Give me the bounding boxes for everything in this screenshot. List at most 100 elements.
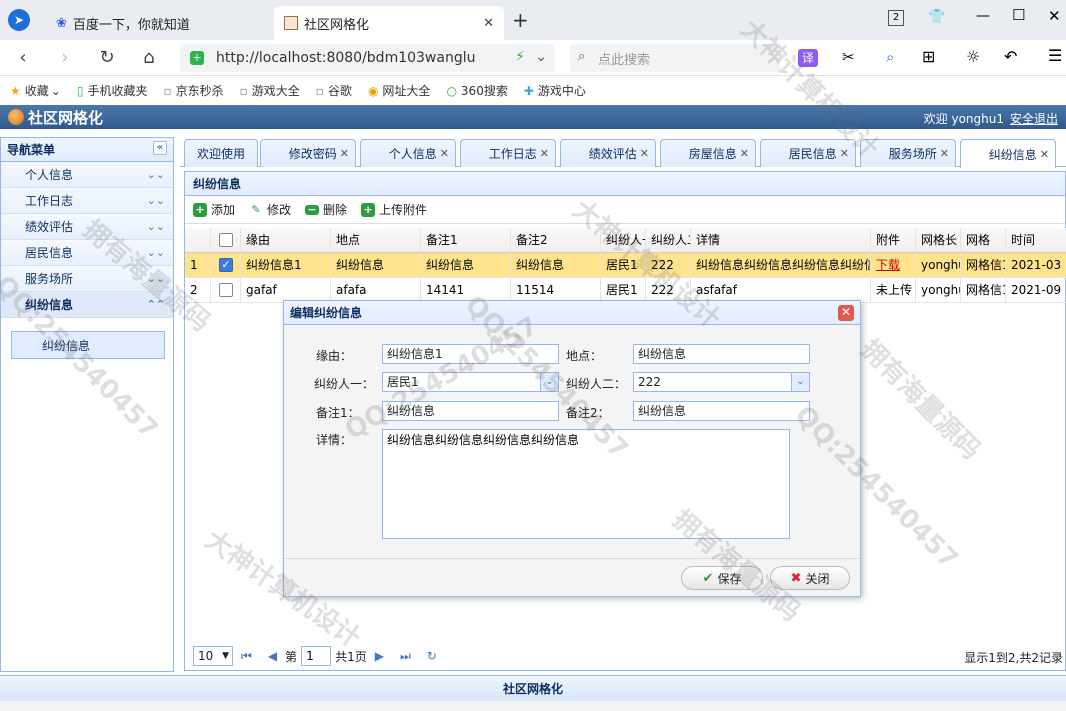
tab-residents[interactable]: 居民信息 ✕ xyxy=(760,139,856,167)
edit-button[interactable]: ✎ 修改 xyxy=(249,201,291,218)
note2-field[interactable]: 纠纷信息 xyxy=(633,401,810,421)
close-icon[interactable]: ✕ xyxy=(540,147,549,160)
bookmark-games[interactable]: ▫ 游戏大全 xyxy=(240,82,300,99)
back-icon[interactable]: ‹ xyxy=(12,48,34,70)
close-icon[interactable]: ✕ xyxy=(440,147,449,160)
page-size-select[interactable]: 10 ▼ xyxy=(193,646,233,666)
sidebar-item-residents[interactable]: 居民信息 ⌄⌄ xyxy=(1,240,173,266)
undo-icon[interactable]: ↶ xyxy=(1004,47,1017,66)
sun-icon[interactable]: ☼ xyxy=(966,47,980,66)
bookmark-mobile[interactable]: ▯ 手机收藏夹 xyxy=(77,82,148,99)
save-button[interactable]: ✔ 保存 xyxy=(681,566,763,590)
row-checkbox[interactable] xyxy=(219,282,233,297)
scissors-icon[interactable]: ✂ xyxy=(842,48,855,66)
column-header[interactable]: 备注2 xyxy=(511,228,601,253)
sidebar-item-venues[interactable]: 服务场所 ⌄⌄ xyxy=(1,266,173,292)
close-window-button[interactable]: ✕ xyxy=(1048,7,1061,25)
next-page-icon[interactable]: ▶ xyxy=(375,649,384,663)
close-icon[interactable]: ✕ xyxy=(740,147,749,160)
home-icon[interactable]: ⌂ xyxy=(138,48,160,70)
tab-welcome[interactable]: 欢迎使用 xyxy=(184,139,258,167)
sidebar-item-personal[interactable]: 个人信息 ⌄⌄ xyxy=(1,162,173,188)
refresh-icon[interactable]: ↻ xyxy=(427,649,437,663)
bookmark-sites[interactable]: ◉ 网址大全 xyxy=(368,82,431,99)
tab-password[interactable]: 修改密码 ✕ xyxy=(260,139,356,167)
cancel-button[interactable]: ✖ 关闭 xyxy=(770,566,850,590)
browser-tab-app[interactable]: 社区网格化 ✕ xyxy=(274,6,504,40)
column-header[interactable]: 备注1 xyxy=(421,228,511,253)
upload-button[interactable]: + 上传附件 xyxy=(361,201,427,218)
maximize-button[interactable]: ☐ xyxy=(1012,6,1025,24)
tab-personal[interactable]: 个人信息 ✕ xyxy=(360,139,456,167)
reason-field[interactable]: 纠纷信息1 xyxy=(382,344,559,364)
note1-field[interactable]: 纠纷信息 xyxy=(382,401,559,421)
lightning-icon[interactable]: ⚡ xyxy=(515,49,525,65)
shirt-icon[interactable]: 👕 xyxy=(928,9,945,25)
row-checkbox-cell[interactable]: ✓ xyxy=(211,253,241,278)
column-header[interactable]: 缘由 xyxy=(241,228,331,253)
bookmark-jd[interactable]: ▫ 京东秒杀 xyxy=(163,82,223,99)
column-header[interactable]: 网格长 xyxy=(916,228,961,253)
column-header[interactable]: 时间 xyxy=(1006,228,1066,253)
column-header[interactable]: 附件 xyxy=(871,228,916,253)
sidebar-item-disputes[interactable]: 纠纷信息 ⌃⌃ xyxy=(1,292,173,318)
column-header[interactable]: 纠纷人一 xyxy=(601,228,646,253)
close-icon[interactable]: ✕ xyxy=(840,147,849,160)
sidebar-item-worklog[interactable]: 工作日志 ⌄⌄ xyxy=(1,188,173,214)
close-icon[interactable]: ✕ xyxy=(340,147,349,160)
logout-link[interactable]: 安全退出 xyxy=(1010,112,1058,126)
party2-combobox[interactable]: 222 ⌄ xyxy=(633,372,810,392)
column-header[interactable]: 纠纷人二 xyxy=(646,228,691,253)
tab-housing[interactable]: 房屋信息 ✕ xyxy=(660,139,756,167)
minimize-button[interactable]: — xyxy=(976,8,990,24)
sidebar-item-performance[interactable]: 绩效评估 ⌄⌄ xyxy=(1,214,173,240)
tab-venues[interactable]: 服务场所 ✕ xyxy=(860,139,956,167)
close-icon[interactable]: ✕ xyxy=(838,305,854,321)
place-field[interactable]: 纠纷信息 xyxy=(633,344,810,364)
browser-menu-icon[interactable]: ➤ xyxy=(8,9,30,31)
detail-textarea[interactable]: 纠纷信息纠纷信息纠纷信息纠纷信息 xyxy=(382,429,790,539)
table-row[interactable]: 1 ✓ 纠纷信息1 纠纷信息 纠纷信息 纠纷信息 居民1 222 纠纷信息纠纷信… xyxy=(185,253,1066,278)
close-tab-icon[interactable]: ✕ xyxy=(483,16,494,31)
chevron-down-icon[interactable]: ⌄ xyxy=(535,49,547,65)
forward-icon[interactable]: › xyxy=(54,48,76,70)
reload-icon[interactable]: ↻ xyxy=(96,48,118,70)
menu-icon[interactable]: ☰ xyxy=(1048,46,1062,65)
magnifier-icon[interactable]: ⌕ xyxy=(886,48,894,66)
row-checkbox-cell[interactable] xyxy=(211,278,241,303)
collapse-icon[interactable]: « xyxy=(153,141,167,155)
delete-button[interactable]: − 删除 xyxy=(305,201,347,218)
tab-performance[interactable]: 绩效评估 ✕ xyxy=(560,139,656,167)
translate-button[interactable]: 译 xyxy=(798,49,818,67)
chevron-down-icon[interactable]: ⌄ xyxy=(791,373,809,391)
header-checkbox[interactable] xyxy=(211,228,241,253)
column-header[interactable]: 地点 xyxy=(331,228,421,253)
bookmark-360[interactable]: ○ 360搜索 xyxy=(446,82,507,99)
bookmark-favorites[interactable]: ★ 收藏 ⌄ xyxy=(10,82,61,99)
party1-combobox[interactable]: 居民1 ⌄ xyxy=(382,372,559,392)
tab-worklog[interactable]: 工作日志 ✕ xyxy=(460,139,556,167)
close-icon[interactable]: ✕ xyxy=(940,147,949,160)
first-page-icon[interactable]: ⏮ xyxy=(241,649,252,664)
url-field[interactable]: + http://localhost:8080/bdm103wanglu ⚡ ⌄ xyxy=(180,44,555,72)
chevron-down-icon[interactable]: ⌄ xyxy=(540,373,558,391)
close-icon[interactable]: ✕ xyxy=(640,147,649,160)
column-header[interactable]: 详情 xyxy=(691,228,871,253)
browser-tab-baidu[interactable]: ❀ 百度一下，你就知道 xyxy=(46,6,271,40)
new-tab-button[interactable]: + xyxy=(512,8,529,32)
select-all-checkbox[interactable] xyxy=(219,232,233,247)
tab-count-badge[interactable]: 2 xyxy=(888,10,904,26)
sidebar-subitem-disputes[interactable]: 纠纷信息 xyxy=(11,331,165,359)
last-page-icon[interactable]: ⏭ xyxy=(400,649,411,664)
add-button[interactable]: + 添加 xyxy=(193,201,235,218)
tab-disputes[interactable]: 纠纷信息 ✕ xyxy=(960,139,1056,168)
close-icon[interactable]: ✕ xyxy=(1040,148,1049,161)
row-checkbox-checked[interactable]: ✓ xyxy=(219,257,233,272)
download-link[interactable]: 下载 xyxy=(871,253,916,278)
search-input[interactable]: ⌕ 点此搜索 xyxy=(570,44,780,72)
bookmark-game-center[interactable]: ✚ 游戏中心 xyxy=(524,82,586,99)
column-header[interactable]: 网格 xyxy=(961,228,1006,253)
bookmark-google[interactable]: ▫ 谷歌 xyxy=(316,82,352,99)
prev-page-icon[interactable]: ◀ xyxy=(268,649,277,663)
apps-grid-icon[interactable]: ⊞ xyxy=(922,47,935,66)
